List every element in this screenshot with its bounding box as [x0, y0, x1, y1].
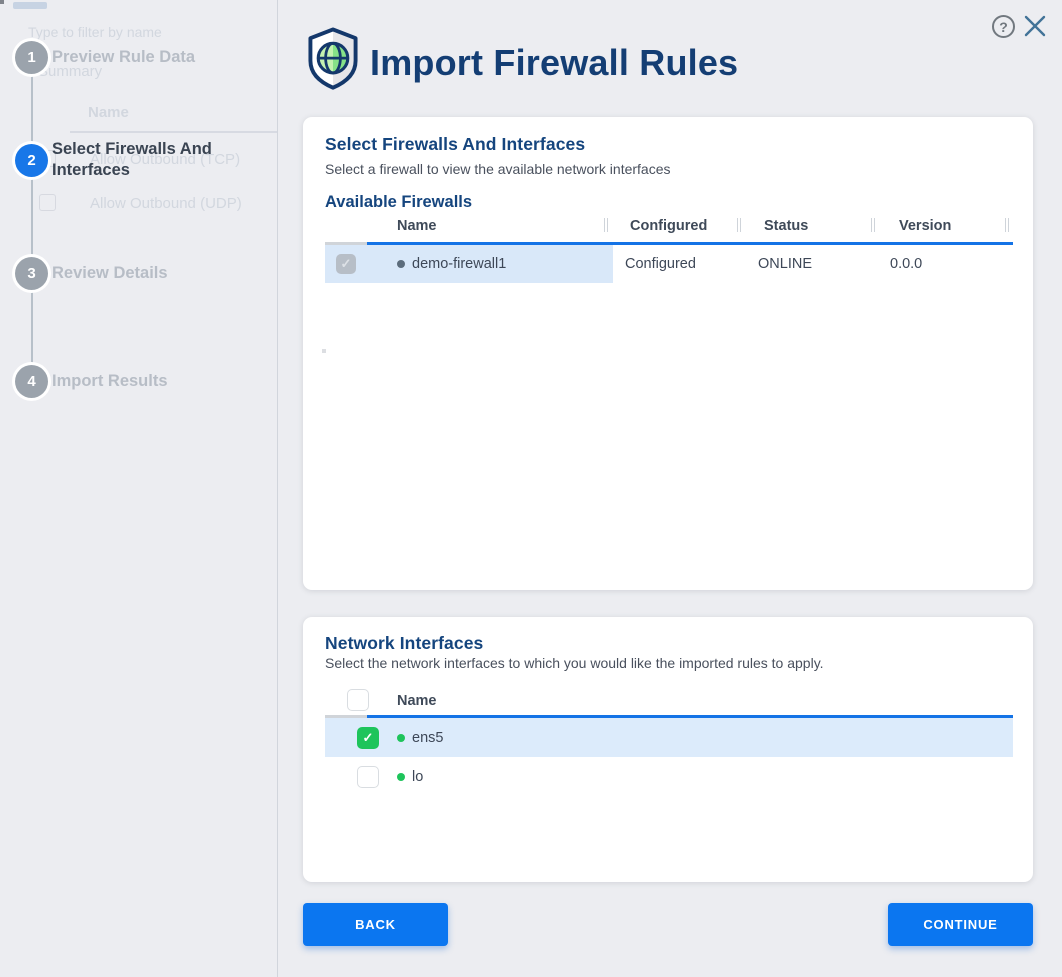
firewall-shield-globe-icon — [302, 26, 364, 97]
configured-cell: Configured — [613, 245, 746, 283]
help-icon[interactable]: ? — [992, 15, 1015, 38]
step-label-preview-rule-data[interactable]: Preview Rule Data — [52, 47, 232, 68]
interface-name: ens5 — [412, 730, 443, 746]
column-header-version: Version — [899, 218, 951, 234]
firewalls-card-subtitle: Select a firewall to view the available … — [325, 161, 671, 177]
modal-title: Import Firewall Rules — [370, 42, 738, 84]
step-label-select-firewalls[interactable]: Select Firewalls And Interfaces — [52, 139, 232, 181]
stray-period-artifact — [322, 349, 326, 353]
step-label-import-results[interactable]: Import Results — [52, 371, 232, 392]
firewalls-card-title: Select Firewalls And Interfaces — [325, 134, 585, 155]
status-cell: ONLINE — [746, 245, 878, 283]
column-resize-handle[interactable] — [737, 218, 738, 232]
table-row-interface-ens5[interactable]: ✓ ens5 — [325, 718, 1013, 757]
name-cell: ens5 — [389, 718, 443, 757]
table-row-interface-lo[interactable]: lo — [325, 757, 1013, 796]
select-all-interfaces-checkbox[interactable] — [347, 689, 369, 711]
select-firewalls-card: Select Firewalls And Interfaces Select a… — [303, 117, 1033, 590]
checkbox-cell: ✓ — [347, 718, 389, 757]
background-name-column: Name — [88, 104, 129, 121]
background-topbar — [13, 2, 47, 9]
background-checkbox — [39, 194, 56, 211]
interface-status-dot-icon — [397, 773, 405, 781]
checkbox-cell: ✓ — [325, 245, 367, 283]
interface-status-dot-icon — [397, 734, 405, 742]
column-header-configured: Configured — [630, 218, 707, 234]
interface-checkbox-ens5[interactable]: ✓ — [357, 727, 379, 749]
column-header-name: Name — [397, 218, 437, 234]
checkbox-cell — [347, 757, 389, 796]
column-resize-handle[interactable] — [604, 218, 605, 232]
version-cell: 0.0.0 — [878, 245, 1013, 283]
background-filter-input: Type to filter by name — [28, 24, 162, 40]
background-table-rule — [70, 131, 277, 133]
available-firewalls-heading: Available Firewalls — [325, 193, 472, 212]
column-resize-handle[interactable] — [871, 218, 872, 232]
check-icon: ✓ — [363, 730, 374, 746]
table-row-firewall[interactable]: ✓ demo-firewall1 Configured ONLINE 0.0.0 — [325, 245, 1013, 283]
column-header-status: Status — [764, 218, 808, 234]
step-circle-review-details[interactable]: 3 — [15, 257, 48, 290]
step-circle-import-results[interactable]: 4 — [15, 365, 48, 398]
interfaces-card-title: Network Interfaces — [325, 633, 483, 654]
stepper-connector-line — [31, 57, 33, 381]
background-rule-row: Allow Outbound (UDP) — [90, 195, 242, 212]
column-resize-handle[interactable] — [1005, 218, 1006, 232]
check-icon: ✓ — [341, 256, 352, 272]
firewall-row-checkbox[interactable]: ✓ — [336, 254, 356, 274]
name-cell: lo — [389, 757, 423, 796]
interfaces-card-subtitle: Select the network interfaces to which y… — [325, 655, 824, 671]
firewall-status-dot-icon — [397, 260, 405, 268]
firewall-name: demo-firewall1 — [412, 256, 506, 272]
step-circle-preview-rule-data[interactable]: 1 — [15, 41, 48, 74]
close-icon[interactable] — [1023, 14, 1047, 38]
back-button[interactable]: BACK — [303, 903, 448, 946]
import-firewall-rules-modal: Type to filter by name Summary Name Allo… — [0, 0, 1062, 977]
background-corner-pixel — [0, 0, 4, 4]
stepper-panel-divider — [277, 0, 278, 977]
continue-button[interactable]: CONTINUE — [888, 903, 1033, 946]
interface-name: lo — [412, 769, 423, 785]
step-label-review-details[interactable]: Review Details — [52, 263, 232, 284]
column-header-name: Name — [397, 693, 437, 709]
step-circle-select-firewalls[interactable]: 2 — [15, 144, 48, 177]
interface-checkbox-lo[interactable] — [357, 766, 379, 788]
network-interfaces-card: Network Interfaces Select the network in… — [303, 617, 1033, 882]
name-cell: demo-firewall1 — [367, 245, 613, 283]
